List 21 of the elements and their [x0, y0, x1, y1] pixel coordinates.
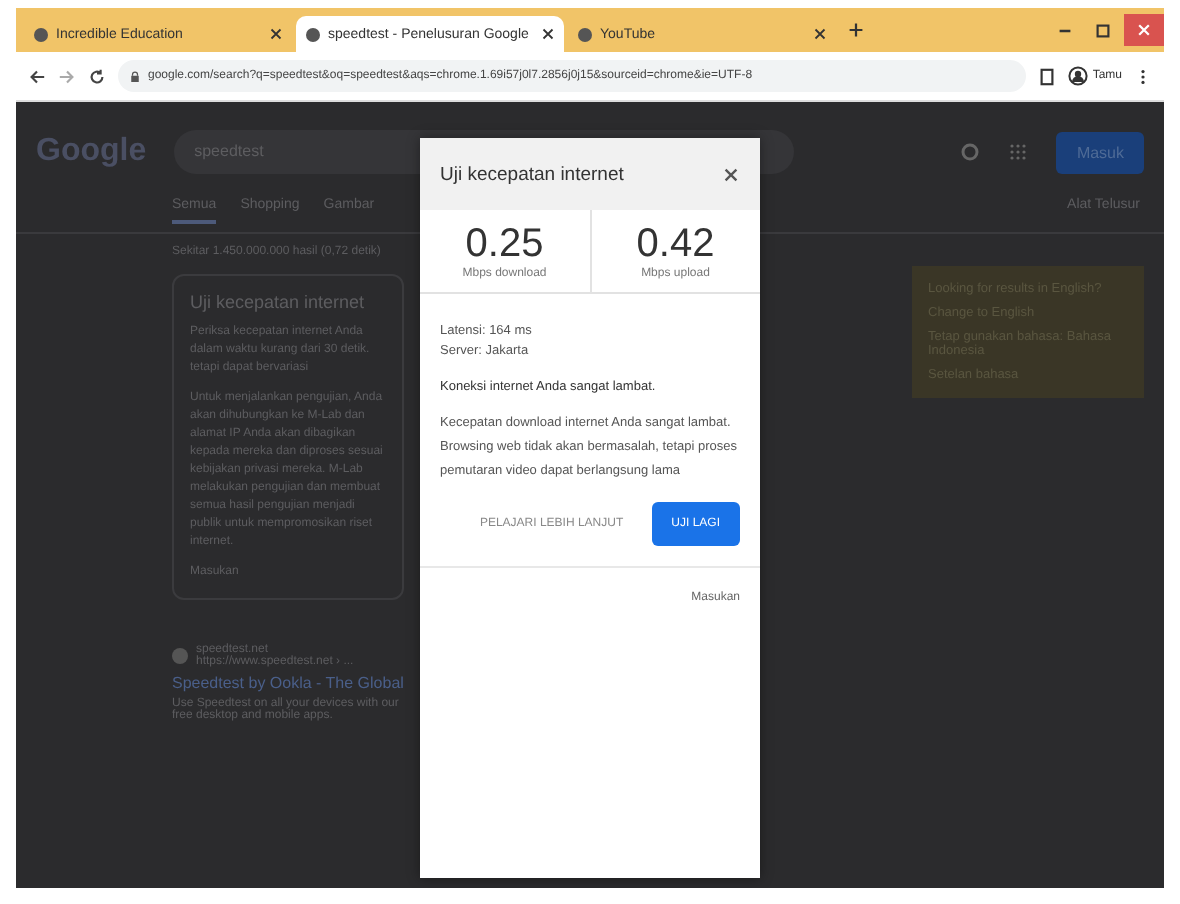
site-icon: [34, 27, 48, 41]
tab-search-icon[interactable]: [1038, 67, 1057, 85]
site-icon: [172, 648, 188, 664]
window-close-button[interactable]: [1124, 14, 1164, 46]
close-icon[interactable]: [814, 28, 826, 40]
lock-icon: [130, 69, 140, 83]
close-icon[interactable]: [722, 165, 740, 183]
dialog-title: Uji kecepatan internet: [440, 163, 624, 185]
close-icon[interactable]: [542, 28, 554, 40]
result-title-link[interactable]: Speedtest by Ookla - The Global: [172, 674, 404, 692]
back-icon[interactable]: [28, 67, 46, 85]
speed-value: 0.42: [636, 222, 715, 267]
site-icon: [578, 27, 592, 41]
new-tab-icon[interactable]: [848, 22, 864, 38]
site-icon: [306, 27, 320, 41]
settings-icon[interactable]: [960, 142, 981, 162]
maximize-icon[interactable]: [1094, 21, 1112, 39]
apps-icon[interactable]: [1008, 142, 1029, 162]
close-icon[interactable]: [270, 28, 282, 40]
speed-value: 0.25: [465, 222, 544, 267]
reload-icon[interactable]: [88, 67, 106, 85]
